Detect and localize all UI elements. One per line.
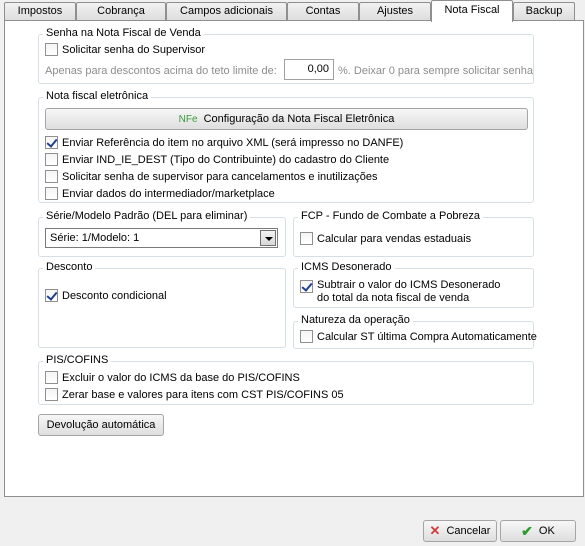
tab-panel-nota-fiscal: Senha na Nota Fiscal de Venda Solicitar … xyxy=(4,20,584,497)
pis-cofins-group: PIS/COFINS Excluir o valor do ICMS da ba… xyxy=(38,354,534,405)
intermediador-option[interactable]: Enviar dados do intermediador/marketplac… xyxy=(45,187,275,200)
tab-backup[interactable]: Backup xyxy=(513,2,575,21)
intermediador-label: Enviar dados do intermediador/marketplac… xyxy=(62,187,275,200)
senha-cancelamento-option[interactable]: Solicitar senha de supervisor para cance… xyxy=(45,170,378,183)
desconto-condicional-option[interactable]: Desconto condicional xyxy=(45,289,167,302)
enviar-referencia-option[interactable]: Enviar Referência do item no arquivo XML… xyxy=(45,136,403,149)
desconto-condicional-checkbox[interactable] xyxy=(45,289,58,302)
check-icon: ✔ xyxy=(521,522,533,539)
icms-desonerado-label-line1: Subtrair o valor do ICMS Desonerado xyxy=(317,279,501,291)
chevron-down-icon[interactable] xyxy=(260,230,276,246)
solicitar-senha-checkbox[interactable] xyxy=(45,43,58,56)
natureza-group: Natureza da operação Calcular ST última … xyxy=(293,314,537,349)
enviar-ind-ie-dest-checkbox[interactable] xyxy=(45,153,58,166)
devolucao-automatica-button[interactable]: Devolução automática xyxy=(38,414,164,436)
enviar-ind-ie-dest-option[interactable]: Enviar IND_IE_DEST (Tipo do Contribuinte… xyxy=(45,153,389,166)
fcp-option[interactable]: Calcular para vendas estaduais xyxy=(300,232,471,245)
tab-contas[interactable]: Contas xyxy=(287,2,359,21)
fcp-checkbox[interactable] xyxy=(300,232,313,245)
natureza-option[interactable]: Calcular ST última Compra Automaticament… xyxy=(300,330,537,343)
senha-cancelamento-checkbox[interactable] xyxy=(45,170,58,183)
zerar-base-option[interactable]: Zerar base e valores para itens com CST … xyxy=(45,388,344,401)
close-icon: ✕ xyxy=(429,523,441,538)
solicitar-senha-label: Solicitar senha do Supervisor xyxy=(62,43,206,56)
excluir-icms-checkbox[interactable] xyxy=(45,371,58,384)
enviar-referencia-checkbox[interactable] xyxy=(45,136,58,149)
fcp-group-legend: FCP - Fundo de Combate a Pobreza xyxy=(298,210,483,222)
ok-label: OK xyxy=(538,525,555,537)
serie-select[interactable]: Série: 1/Modelo: 1 xyxy=(45,228,278,248)
desconto-limite-suffix: %. Deixar 0 para sempre solicitar senha xyxy=(338,65,534,77)
senha-group: Senha na Nota Fiscal de Venda Solicitar … xyxy=(38,27,534,84)
config-nfe-button[interactable]: NFe Configuração da Nota Fiscal Eletrôni… xyxy=(45,108,528,130)
ok-button[interactable]: ✔ OK xyxy=(500,520,576,542)
natureza-group-legend: Natureza da operação xyxy=(298,314,413,326)
excluir-icms-label: Excluir o valor do ICMS da base do PIS/C… xyxy=(62,371,300,384)
solicitar-senha-option[interactable]: Solicitar senha do Supervisor xyxy=(45,43,205,56)
nfe-group: Nota fiscal eletrônica NFe Configuração … xyxy=(38,90,534,203)
devolucao-automatica-label: Devolução automática xyxy=(46,419,156,431)
enviar-ind-ie-dest-label: Enviar IND_IE_DEST (Tipo do Contribuinte… xyxy=(62,153,390,166)
desconto-group-legend: Desconto xyxy=(43,261,96,273)
natureza-label: Calcular ST última Compra Automaticament… xyxy=(317,330,537,343)
tab-nota-fiscal[interactable]: Nota Fiscal xyxy=(431,0,513,22)
senha-cancelamento-label: Solicitar senha de supervisor para cance… xyxy=(62,170,378,183)
nfe-icon: NFe xyxy=(178,113,198,125)
desconto-limite-prefix: Apenas para descontos acima do teto limi… xyxy=(45,65,277,77)
senha-group-legend: Senha na Nota Fiscal de Venda xyxy=(43,27,204,39)
config-nfe-label: Configuração da Nota Fiscal Eletrônica xyxy=(203,113,395,125)
icms-group-legend: ICMS Desonerado xyxy=(298,261,395,273)
serie-group-legend: Série/Modelo Padrão (DEL para eliminar) xyxy=(43,210,251,222)
natureza-checkbox[interactable] xyxy=(300,330,313,343)
tab-campos-adicionais[interactable]: Campos adicionais xyxy=(166,2,287,21)
tab-impostos[interactable]: Impostos xyxy=(4,2,76,21)
icms-desonerado-label-line2: do total da nota fiscal de venda xyxy=(317,292,470,304)
zerar-base-label: Zerar base e valores para itens com CST … xyxy=(62,388,344,401)
fcp-group: FCP - Fundo de Combate a Pobreza Calcula… xyxy=(293,210,534,257)
cancel-label: Cancelar xyxy=(446,525,491,537)
icms-desonerado-option[interactable]: Subtrair o valor do ICMS Desonerado do t… xyxy=(300,279,500,305)
tab-ajustes[interactable]: Ajustes xyxy=(359,2,431,21)
intermediador-checkbox[interactable] xyxy=(45,187,58,200)
serie-group: Série/Modelo Padrão (DEL para eliminar) … xyxy=(38,210,286,257)
icms-group: ICMS Desonerado Subtrair o valor do ICMS… xyxy=(293,261,534,308)
enviar-referencia-label: Enviar Referência do item no arquivo XML… xyxy=(62,136,404,149)
serie-select-value: Série: 1/Modelo: 1 xyxy=(50,232,140,244)
fcp-label: Calcular para vendas estaduais xyxy=(317,232,472,245)
desconto-group: Desconto Desconto condicional xyxy=(38,261,286,348)
icms-desonerado-label: Subtrair o valor do ICMS Desonerado do t… xyxy=(317,279,500,305)
desconto-condicional-label: Desconto condicional xyxy=(62,289,167,302)
zerar-base-checkbox[interactable] xyxy=(45,388,58,401)
tab-cobranca[interactable]: Cobrança xyxy=(76,2,166,21)
icms-desonerado-checkbox[interactable] xyxy=(300,280,313,293)
pis-cofins-group-legend: PIS/COFINS xyxy=(43,354,112,366)
excluir-icms-option[interactable]: Excluir o valor do ICMS da base do PIS/C… xyxy=(45,371,300,384)
nfe-group-legend: Nota fiscal eletrônica xyxy=(43,90,152,102)
cancel-button[interactable]: ✕ Cancelar xyxy=(423,520,497,542)
desconto-limite-input[interactable]: 0,00 xyxy=(284,59,334,80)
